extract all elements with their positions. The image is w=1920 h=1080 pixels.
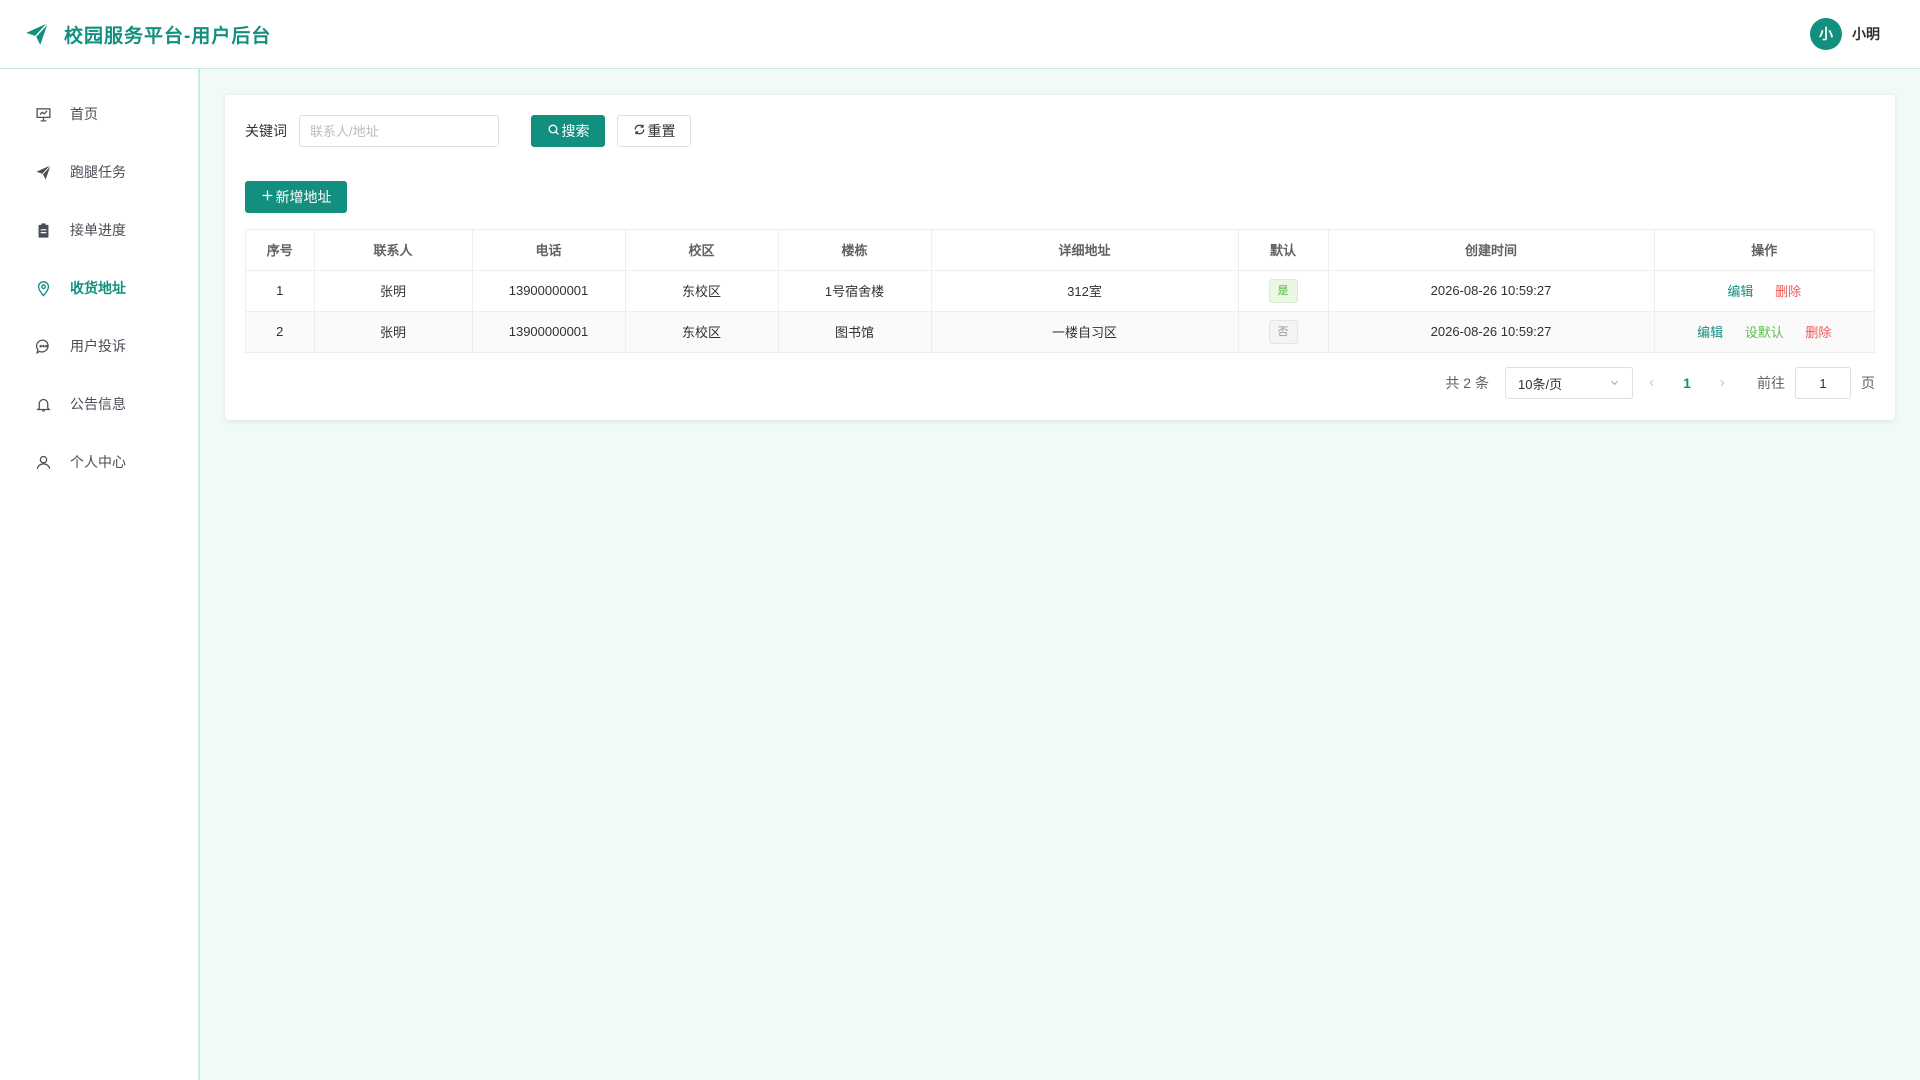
table-header-row: 序号 联系人 电话 校区 楼栋 详细地址 默认 创建时间 操作: [246, 230, 1874, 271]
cell-campus: 东校区: [625, 270, 779, 312]
column-header: 楼栋: [778, 230, 932, 271]
edit-link[interactable]: 编辑: [1697, 325, 1723, 340]
user-menu[interactable]: 小 小明: [1810, 18, 1880, 50]
reset-button[interactable]: 重置: [617, 115, 691, 147]
chevron-right-icon: [1720, 379, 1725, 387]
search-button[interactable]: 搜索: [531, 115, 605, 147]
add-address-button[interactable]: 新增地址: [245, 181, 347, 213]
column-header: 序号: [246, 230, 315, 271]
sidebar-item-errand-tasks[interactable]: 跑腿任务: [0, 143, 198, 201]
sidebar-item-announcements[interactable]: 公告信息: [0, 375, 198, 433]
page-size-value: 10条/页: [1518, 376, 1563, 392]
brand: 校园服务平台-用户后台: [24, 21, 271, 48]
sidebar: 首页 跑腿任务 接单进度 收货地址 用户投诉 公告信息 个人中心: [0, 69, 200, 1080]
keyword-label: 关键词: [245, 123, 287, 139]
default-tag: 否: [1268, 319, 1298, 344]
paper-plane-icon: [34, 163, 52, 181]
column-header: 默认: [1238, 230, 1329, 271]
search-bar: 关键词 搜索 重置: [245, 115, 1875, 147]
sidebar-item-label: 收货地址: [70, 280, 126, 296]
pagination: 共 2 条 10条/页 1 前往 页: [245, 367, 1875, 399]
cell-detail: 312室: [931, 270, 1239, 312]
cell-created: 2026-08-26 10:59:27: [1328, 270, 1655, 312]
top-header: 校园服务平台-用户后台 小 小明: [0, 0, 1920, 69]
column-header: 操作: [1654, 230, 1874, 271]
edit-link[interactable]: 编辑: [1727, 284, 1753, 299]
page-number-current[interactable]: 1: [1677, 375, 1697, 391]
cell-campus: 东校区: [625, 311, 779, 352]
cell-phone: 13900000001: [472, 270, 626, 312]
user-icon: [34, 453, 52, 471]
chat-bubble-icon: [34, 337, 52, 355]
cell-default: 是: [1238, 270, 1329, 312]
default-tag: 是: [1268, 278, 1298, 303]
column-header: 校区: [625, 230, 779, 271]
delete-link[interactable]: 删除: [1805, 325, 1831, 340]
cell-created: 2026-08-26 10:59:27: [1328, 311, 1655, 352]
sidebar-item-label: 公告信息: [70, 396, 126, 412]
table-row: 1 张明 13900000001 东校区 1号宿舍楼 312室 是 2026-0…: [246, 270, 1874, 312]
address-panel: 关键词 搜索 重置 新增地址 序号: [225, 95, 1895, 420]
goto-page-input[interactable]: [1795, 367, 1851, 399]
sidebar-item-complaints[interactable]: 用户投诉: [0, 317, 198, 375]
set-default-link[interactable]: 设默认: [1745, 325, 1784, 340]
column-header: 电话: [472, 230, 626, 271]
cell-default: 否: [1238, 311, 1329, 352]
page-size-select[interactable]: 10条/页: [1505, 367, 1633, 399]
cell-actions: 编辑 删除: [1654, 270, 1874, 312]
sidebar-item-label: 个人中心: [70, 454, 126, 470]
sidebar-item-order-progress[interactable]: 接单进度: [0, 201, 198, 259]
plus-icon: [261, 189, 274, 205]
page-suffix: 页: [1861, 375, 1875, 391]
delete-link[interactable]: 删除: [1775, 284, 1801, 299]
keyword-input[interactable]: [299, 115, 499, 147]
paper-plane-icon: [24, 21, 50, 47]
app-title: 校园服务平台-用户后台: [64, 25, 272, 47]
cell-index: 2: [246, 311, 315, 352]
column-header: 联系人: [314, 230, 473, 271]
user-name[interactable]: 小明: [1852, 24, 1880, 44]
sidebar-item-label: 接单进度: [70, 222, 126, 238]
column-header: 详细地址: [931, 230, 1239, 271]
cell-building: 图书馆: [778, 311, 932, 352]
cell-contact: 张明: [314, 270, 473, 312]
presentation-board-icon: [34, 105, 52, 123]
sidebar-item-home[interactable]: 首页: [0, 85, 198, 143]
cell-building: 1号宿舍楼: [778, 270, 932, 312]
cell-index: 1: [246, 270, 315, 312]
prev-page-button[interactable]: [1639, 375, 1665, 391]
clipboard-icon: [34, 221, 52, 239]
add-address-label: 新增地址: [275, 189, 332, 205]
cell-contact: 张明: [314, 311, 473, 352]
next-page-button[interactable]: [1709, 375, 1735, 391]
avatar[interactable]: 小: [1810, 18, 1842, 50]
cell-phone: 13900000001: [472, 311, 626, 352]
cell-detail: 一楼自习区: [931, 311, 1239, 352]
goto-label: 前往: [1757, 375, 1785, 391]
bell-icon: [34, 395, 52, 413]
column-header: 创建时间: [1328, 230, 1655, 271]
sidebar-item-addresses[interactable]: 收货地址: [0, 259, 198, 317]
sidebar-item-label: 用户投诉: [70, 338, 126, 354]
cell-actions: 编辑 设默认 删除: [1654, 311, 1874, 352]
sidebar-item-profile[interactable]: 个人中心: [0, 433, 198, 491]
total-count: 共 2 条: [1445, 375, 1489, 391]
table-row: 2 张明 13900000001 东校区 图书馆 一楼自习区 否 2026-08…: [246, 311, 1874, 352]
refresh-icon: [633, 123, 646, 139]
location-pin-icon: [34, 279, 52, 297]
search-icon: [547, 123, 560, 139]
chevron-left-icon: [1649, 379, 1654, 387]
sidebar-item-label: 跑腿任务: [70, 164, 126, 180]
search-button-label: 搜索: [561, 123, 590, 139]
chevron-down-icon: [1609, 376, 1620, 391]
sidebar-item-label: 首页: [70, 106, 98, 122]
reset-button-label: 重置: [647, 123, 676, 139]
address-table: 序号 联系人 电话 校区 楼栋 详细地址 默认 创建时间 操作 1 张明 139…: [245, 229, 1875, 353]
